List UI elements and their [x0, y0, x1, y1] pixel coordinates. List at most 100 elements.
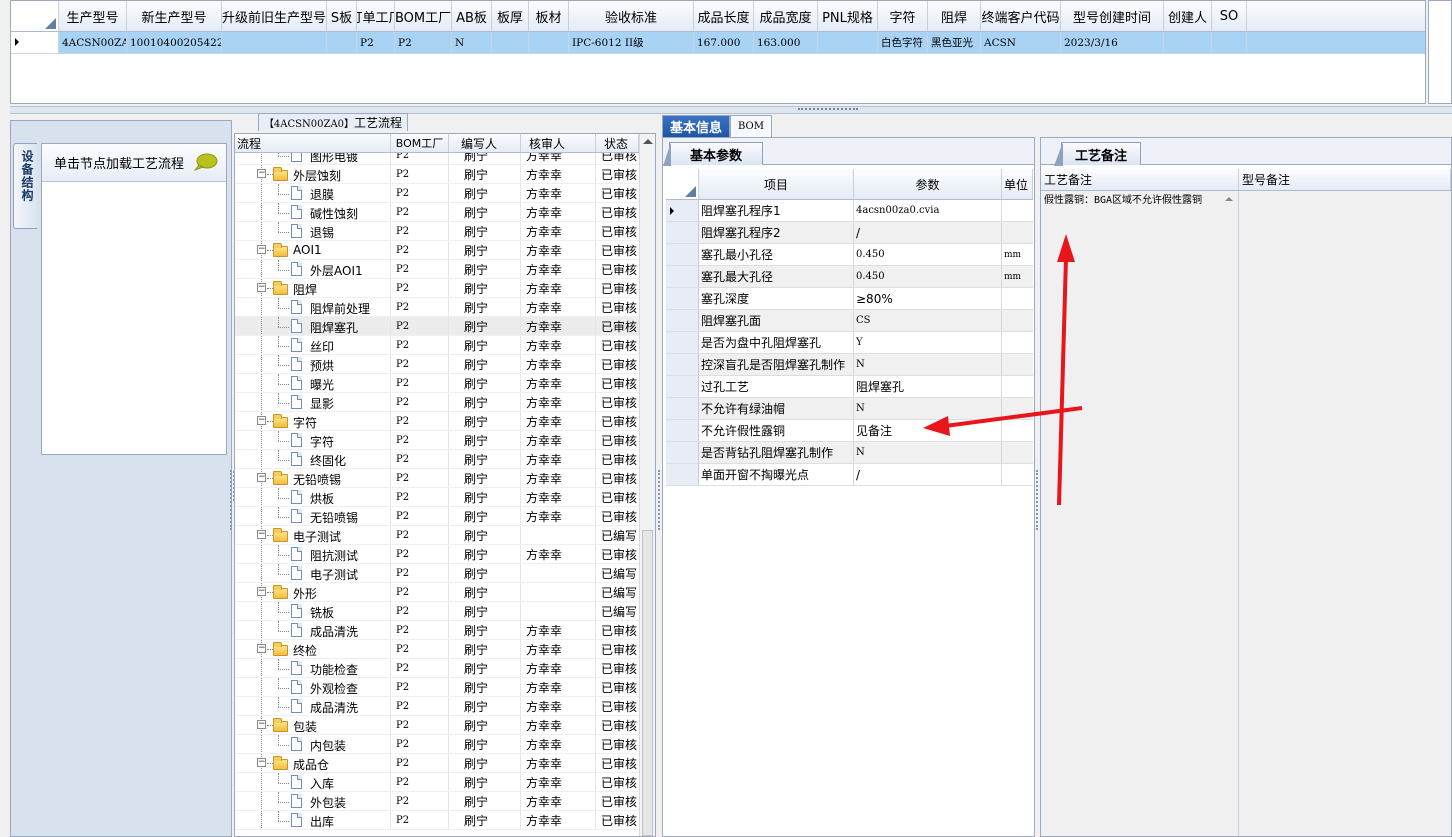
- param-row[interactable]: 阻焊塞孔程序2/: [666, 222, 1033, 244]
- tree-row[interactable]: 烘板 P2 刷宁 方幸幸 已审核: [235, 488, 639, 507]
- tree-node[interactable]: 字符: [235, 431, 391, 449]
- col-4[interactable]: 订单工厂: [357, 1, 395, 31]
- cell-16[interactable]: 2023/3/16: [1061, 32, 1164, 53]
- cell-14[interactable]: 黑色亚光: [928, 32, 981, 53]
- param-row[interactable]: 是否为盘中孔阻焊塞孔 Y: [666, 332, 1033, 354]
- collapse-icon[interactable]: −: [257, 416, 266, 425]
- param-row[interactable]: 控深盲孔是否阻焊塞孔制作 N: [666, 354, 1033, 376]
- cell-15[interactable]: ACSN: [981, 32, 1061, 53]
- tree-row[interactable]: 终固化 P2 刷宁 方幸幸 已审核: [235, 450, 639, 469]
- collapse-icon[interactable]: −: [257, 530, 266, 539]
- scroll-up-icon[interactable]: [1225, 197, 1233, 201]
- param-value-cell[interactable]: /: [854, 464, 1002, 485]
- param-grid-corner[interactable]: [666, 169, 699, 199]
- tree-row[interactable]: − 包装 P2 刷宁 方幸幸 已审核: [235, 716, 639, 735]
- col-10[interactable]: 成品长度: [694, 1, 754, 31]
- col-process[interactable]: 流程: [235, 134, 391, 152]
- param-row[interactable]: 不允许假性露铜 见备注: [666, 420, 1033, 442]
- tree-row[interactable]: − AOI1 P2 刷宁 方幸幸 已审核: [235, 241, 639, 260]
- col-status[interactable]: 状态: [596, 134, 639, 152]
- collapse-icon[interactable]: −: [257, 644, 266, 653]
- tree-node[interactable]: 无铅喷锡: [235, 507, 391, 525]
- row-indicator[interactable]: [666, 310, 699, 331]
- tree-row[interactable]: 预烘 P2 刷宁 方幸幸 已审核: [235, 355, 639, 374]
- sidebar-header[interactable]: 单击节点加载工艺流程: [42, 144, 226, 182]
- param-value-cell[interactable]: 0.450: [854, 266, 1002, 287]
- tree-row[interactable]: 外包装 P2 刷宁 方幸幸 已审核: [235, 792, 639, 811]
- tab-basic-params[interactable]: 基本参数: [663, 142, 763, 166]
- param-row[interactable]: 塞孔深度 ≥80%: [666, 288, 1033, 310]
- row-indicator[interactable]: [666, 398, 699, 419]
- col-15[interactable]: 终端客户代码: [981, 1, 1061, 31]
- param-row[interactable]: 阻焊塞孔程序1 4acsn00za0.cvia: [666, 200, 1033, 222]
- tree-node[interactable]: 铣板: [235, 602, 391, 620]
- col-model-remark[interactable]: 型号备注: [1239, 169, 1451, 190]
- tree-row[interactable]: − 电子测试 P2 刷宁 已编写: [235, 526, 639, 545]
- col-6[interactable]: AB板: [452, 1, 492, 31]
- tree-node[interactable]: − 包装: [235, 716, 391, 734]
- row-indicator[interactable]: [666, 420, 699, 441]
- row-indicator[interactable]: [11, 32, 59, 53]
- param-row[interactable]: 塞孔最大孔径 0.450 mm: [666, 266, 1033, 288]
- tree-node[interactable]: − 终检: [235, 640, 391, 658]
- speech-bubble-icon[interactable]: [194, 153, 218, 171]
- tree-row[interactable]: 丝印 P2 刷宁 方幸幸 已审核: [235, 336, 639, 355]
- tree-row[interactable]: − 终检 P2 刷宁 方幸幸 已审核: [235, 640, 639, 659]
- tree-row[interactable]: 显影 P2 刷宁 方幸幸 已审核: [235, 393, 639, 412]
- col-3[interactable]: S板: [327, 1, 357, 31]
- tree-node[interactable]: − 字符: [235, 412, 391, 430]
- tree-row[interactable]: − 无铅喷锡 P2 刷宁 方幸幸 已审核: [235, 469, 639, 488]
- tree-node[interactable]: 外层AOI1: [235, 260, 391, 278]
- tree-row[interactable]: 电子测试 P2 刷宁 已编写: [235, 564, 639, 583]
- tree-node[interactable]: 电子测试: [235, 564, 391, 582]
- param-value-cell[interactable]: ≥80%: [854, 288, 1002, 309]
- tree-row[interactable]: 入库 P2 刷宁 方幸幸 已审核: [235, 773, 639, 792]
- cell-17[interactable]: [1164, 32, 1212, 53]
- cell-9[interactable]: IPC-6012 II级: [569, 32, 694, 53]
- cell-10[interactable]: 167.000: [694, 32, 754, 53]
- param-row[interactable]: 是否背钻孔阻焊塞孔制作 N: [666, 442, 1033, 464]
- row-indicator[interactable]: [666, 244, 699, 265]
- tree-row[interactable]: 碱性蚀刻 P2 刷宁 方幸幸 已审核: [235, 203, 639, 222]
- col-18[interactable]: SO: [1212, 1, 1247, 31]
- model-grid-corner[interactable]: [11, 1, 59, 31]
- tree-node[interactable]: 成品清洗: [235, 621, 391, 639]
- tree-row[interactable]: 字符 P2 刷宁 方幸幸 已审核: [235, 431, 639, 450]
- tree-row[interactable]: 外观检查 P2 刷宁 方幸幸 已审核: [235, 678, 639, 697]
- remark-scrollbar[interactable]: [1223, 193, 1235, 833]
- col-0[interactable]: 生产型号: [59, 1, 127, 31]
- cell-18[interactable]: [1212, 32, 1247, 53]
- row-indicator[interactable]: [666, 354, 699, 375]
- row-indicator[interactable]: [666, 464, 699, 485]
- param-value-cell[interactable]: 0.450: [854, 244, 1002, 265]
- tree-row[interactable]: 无铅喷锡 P2 刷宁 方幸幸 已审核: [235, 507, 639, 526]
- tree-row[interactable]: 曝光 P2 刷宁 方幸幸 已审核: [235, 374, 639, 393]
- col-reviewer[interactable]: 核审人: [521, 134, 596, 152]
- tree-node[interactable]: 预烘: [235, 355, 391, 373]
- collapse-icon[interactable]: −: [257, 283, 266, 292]
- param-value-cell[interactable]: 4acsn00za0.cvia: [854, 200, 1002, 221]
- horizontal-splitter[interactable]: [10, 106, 1452, 114]
- tree-node[interactable]: 终固化: [235, 450, 391, 468]
- row-indicator[interactable]: [666, 222, 699, 243]
- cell-5[interactable]: P2: [395, 32, 452, 53]
- col-5[interactable]: BOM工厂: [395, 1, 452, 31]
- cell-3[interactable]: [327, 32, 357, 53]
- col-param[interactable]: 参数: [854, 169, 1002, 199]
- col-bom-factory[interactable]: BOM工厂: [391, 134, 449, 152]
- cell-11[interactable]: 163.000: [754, 32, 818, 53]
- param-row[interactable]: 不允许有绿油帽 N: [666, 398, 1033, 420]
- param-row[interactable]: 过孔工艺 阻焊塞孔: [666, 376, 1033, 398]
- tree-node[interactable]: 外包装: [235, 792, 391, 810]
- tree-node[interactable]: 曝光: [235, 374, 391, 392]
- tree-node[interactable]: 内包装: [235, 735, 391, 753]
- tree-row[interactable]: − 外形 P2 刷宁 已编写: [235, 583, 639, 602]
- tree-node[interactable]: 出库: [235, 811, 391, 829]
- tree-row[interactable]: − 阻焊 P2 刷宁 方幸幸 已审核: [235, 279, 639, 298]
- model-grid-row[interactable]: 4ACSN00ZA010010400205422P2P2NIPC-6012 II…: [11, 32, 1425, 54]
- tree-node[interactable]: 退膜: [235, 184, 391, 202]
- row-indicator[interactable]: [666, 288, 699, 309]
- tree-row[interactable]: 退膜 P2 刷宁 方幸幸 已审核: [235, 184, 639, 203]
- param-value-cell[interactable]: N: [854, 442, 1002, 463]
- tree-node[interactable]: 功能检查: [235, 659, 391, 677]
